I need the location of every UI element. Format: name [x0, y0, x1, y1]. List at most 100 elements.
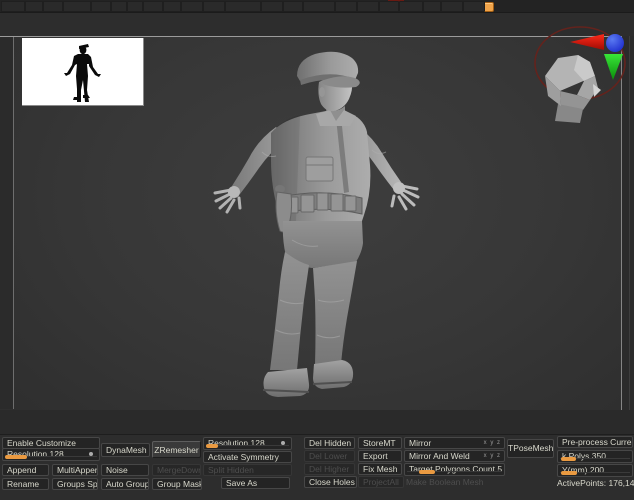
active-points-readout: ActivePoints: 176,140 — [557, 479, 634, 488]
tposemesh-label: TPoseMesh — [508, 443, 554, 453]
menu-item[interactable] — [379, 1, 399, 12]
dynamesh-label: DynaMesh — [106, 445, 147, 455]
mirror-axes-toggle[interactable]: x y z — [484, 439, 501, 448]
k-polys-slider[interactable]: k Polys 350 — [557, 450, 633, 463]
menu-item[interactable] — [63, 1, 91, 12]
projectall-button[interactable]: ProjectAll — [358, 476, 404, 488]
enable-customize-label: Enable Customize — [7, 438, 76, 448]
resolution-slider-left[interactable]: Resolution 128 — [2, 448, 100, 461]
menu-bar — [0, 0, 634, 13]
right-tray-divider-line — [629, 36, 630, 410]
auto-groups-label: Auto Groups — [106, 479, 149, 489]
mergedown-button[interactable]: MergeDown — [152, 464, 201, 476]
auto-groups-button[interactable]: Auto Groups — [101, 478, 149, 490]
tray-gap-strip — [0, 410, 634, 434]
preprocess-current-label: Pre-process Current — [562, 437, 633, 447]
activate-symmetry-button[interactable]: Activate Symmetry — [203, 451, 292, 463]
menu-item[interactable] — [261, 1, 283, 12]
save-as-button[interactable]: Save As — [221, 477, 290, 489]
mirror-and-weld-button[interactable]: Mirror And Weld x y z — [404, 450, 505, 462]
menu-item[interactable] — [127, 1, 143, 12]
del-lower-button[interactable]: Del Lower — [304, 450, 355, 462]
toolbar-band — [0, 13, 634, 36]
zbrush-window: Enable Customize Resolution 128 DynaMesh… — [0, 0, 634, 500]
activate-symmetry-label: Activate Symmetry — [208, 452, 279, 462]
group-masked-button[interactable]: Group Masked — [152, 478, 202, 490]
menu-item[interactable] — [43, 1, 63, 12]
projectall-label: ProjectAll — [363, 477, 399, 487]
tool-preview-thumbnail[interactable] — [22, 38, 144, 106]
del-higher-label: Del Higher — [309, 464, 350, 474]
target-polygons-count-slider[interactable]: Target Polygons Count 5 — [404, 463, 505, 476]
fix-mesh-button[interactable]: Fix Mesh — [358, 463, 402, 475]
menu-item[interactable] — [463, 1, 485, 12]
export-label: Export — [363, 451, 388, 461]
tposemesh-button[interactable]: TPoseMesh — [507, 439, 554, 458]
fix-mesh-label: Fix Mesh — [363, 464, 398, 474]
menu-item[interactable] — [335, 1, 357, 12]
menu-item[interactable] — [399, 1, 423, 12]
zremesher-label: ZRemesher — [154, 445, 199, 455]
menu-item[interactable] — [357, 1, 379, 12]
append-label: Append — [7, 465, 37, 475]
slider-handle[interactable] — [561, 457, 576, 461]
menu-item[interactable] — [111, 1, 127, 12]
del-higher-button[interactable]: Del Higher — [304, 463, 355, 475]
multiappend-label: MultiAppend — [57, 465, 97, 475]
make-boolean-mesh-label: Make Boolean Mesh — [406, 477, 484, 487]
close-holes-button[interactable]: Close Holes — [304, 476, 357, 488]
split-hidden-button[interactable]: Split Hidden — [203, 464, 292, 476]
slider-handle[interactable] — [5, 455, 27, 459]
mirror-label: Mirror — [409, 438, 432, 448]
save-as-label: Save As — [226, 478, 258, 488]
mirror-button[interactable]: Mirror x y z — [404, 437, 505, 449]
close-holes-label: Close Holes — [309, 477, 355, 487]
rename-label: Rename — [7, 479, 40, 489]
mergedown-label: MergeDown — [157, 465, 201, 475]
menu-item[interactable] — [143, 1, 163, 12]
del-lower-label: Del Lower — [309, 451, 348, 461]
menu-item[interactable] — [225, 1, 261, 12]
menu-item[interactable] — [163, 1, 181, 12]
slider-handle[interactable] — [561, 471, 577, 475]
append-button[interactable]: Append — [2, 464, 49, 476]
menu-item[interactable] — [283, 1, 303, 12]
storemt-button[interactable]: StoreMT — [358, 437, 402, 449]
dynamesh-button[interactable]: DynaMesh — [101, 443, 150, 457]
resolution-slider-mid[interactable]: Resolution 128 — [203, 437, 292, 450]
groups-split-button[interactable]: Groups Split — [52, 478, 98, 490]
menu-item[interactable] — [441, 1, 463, 12]
groups-split-label: Groups Split — [57, 479, 98, 489]
y-mm-slider[interactable]: Y(mm) 200 — [557, 464, 633, 477]
menu-item[interactable] — [25, 1, 43, 12]
slider-handle[interactable] — [206, 444, 218, 448]
menu-item[interactable] — [181, 1, 203, 12]
split-hidden-label: Split Hidden — [208, 465, 254, 475]
slider-track — [206, 445, 289, 446]
slider-dot — [281, 441, 285, 445]
mirror-and-weld-label: Mirror And Weld — [409, 451, 470, 461]
menu-item[interactable] — [303, 1, 335, 12]
menu-item[interactable] — [91, 1, 111, 12]
group-masked-label: Group Masked — [157, 479, 201, 489]
mirror-and-weld-axes-toggle[interactable]: x y z — [484, 452, 501, 461]
right-tray-divider[interactable] — [622, 36, 634, 410]
del-hidden-button[interactable]: Del Hidden — [304, 437, 355, 449]
export-button[interactable]: Export — [358, 450, 402, 462]
preprocess-current-button[interactable]: Pre-process Current — [557, 436, 633, 448]
multiappend-button[interactable]: MultiAppend — [52, 464, 98, 476]
zremesher-button[interactable]: ZRemesher — [152, 441, 201, 458]
storemt-label: StoreMT — [363, 438, 396, 448]
active-points-label: ActivePoints: 176,140 — [557, 478, 634, 488]
menu-item[interactable] — [423, 1, 441, 12]
make-boolean-mesh-button[interactable]: Make Boolean Mesh — [406, 478, 484, 487]
rename-button[interactable]: Rename — [2, 478, 49, 490]
slider-handle[interactable] — [419, 470, 435, 474]
noise-label: Noise — [106, 465, 128, 475]
left-tray-divider[interactable] — [0, 37, 14, 409]
slider-dot — [89, 452, 93, 456]
noise-button[interactable]: Noise — [101, 464, 149, 476]
menu-item[interactable] — [203, 1, 225, 12]
menu-item[interactable] — [1, 1, 25, 12]
del-hidden-label: Del Hidden — [309, 438, 352, 448]
